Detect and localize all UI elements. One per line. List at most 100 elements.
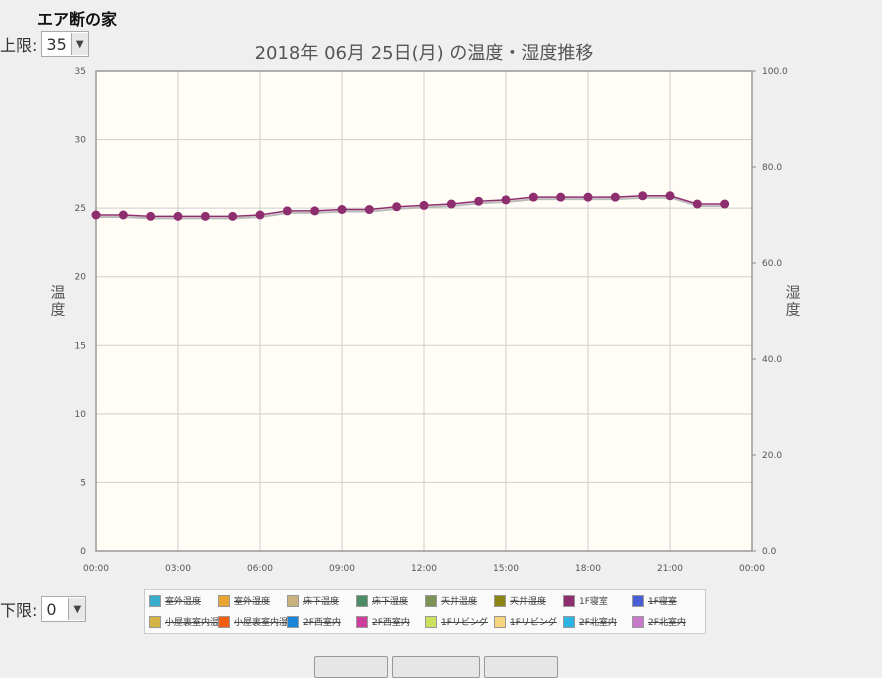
legend-item[interactable]: 天井温度 — [425, 594, 477, 607]
legend-label: 1F寝室 — [648, 597, 677, 607]
chart-title: 2018年 06月 25日(月) の温度・湿度推移 — [255, 43, 594, 64]
lower-limit-value: 0 — [46, 599, 57, 619]
y-axis-label-left: 温 — [50, 284, 65, 302]
x-tick-label: 21:00 — [657, 564, 683, 574]
legend-label: 2F西室内 — [303, 618, 341, 628]
x-tick-label: 18:00 — [575, 564, 601, 574]
legend-label: 1Fリビング — [510, 618, 557, 628]
data-point — [118, 210, 128, 220]
legend-item[interactable]: 2F西室内 — [287, 615, 341, 628]
legend-label: 2F西室内 — [372, 618, 410, 628]
y-axis-label-left: 度 — [50, 301, 65, 319]
legend-label: 床下湿度 — [372, 597, 409, 607]
y-tick-label-left: 15 — [75, 341, 86, 351]
data-point — [501, 195, 511, 205]
legend-swatch — [218, 615, 230, 628]
legend-label: 天井湿度 — [510, 597, 547, 607]
x-tick-label: 03:00 — [165, 564, 191, 574]
legend-item[interactable]: 2F西室内 — [356, 615, 410, 628]
data-point — [392, 202, 402, 212]
y-tick-label-right: 20.0 — [762, 451, 782, 461]
y-axis-label-right: 度 — [785, 301, 800, 319]
y-tick-label-right: 60.0 — [762, 259, 782, 269]
legend-label: 2F北室内 — [579, 618, 617, 628]
data-point — [173, 211, 183, 221]
legend-item[interactable]: 室外湿度 — [218, 594, 270, 607]
legend-item[interactable]: 2F北室内 — [632, 615, 686, 628]
y-tick-label-left: 20 — [75, 273, 87, 283]
chevron-down-icon[interactable]: ▼ — [68, 598, 86, 620]
legend-label: 床下温度 — [303, 597, 340, 607]
data-point — [337, 205, 347, 215]
legend-label: 1Fリビング — [441, 618, 488, 628]
data-point — [200, 211, 210, 221]
data-point — [364, 205, 374, 215]
data-point — [720, 199, 730, 209]
legend-label: 1F寝室 — [579, 597, 608, 607]
legend-label: 室外湿度 — [234, 597, 271, 607]
legend-item[interactable]: 小屋裏室内湿度 — [218, 615, 297, 628]
legend-swatch — [287, 615, 299, 628]
bottom-button-3[interactable] — [484, 656, 558, 678]
data-point — [446, 199, 456, 209]
y-tick-label-right: 80.0 — [762, 163, 782, 173]
y-tick-label-left: 30 — [75, 136, 87, 146]
legend-swatch — [632, 594, 644, 607]
legend-item[interactable]: 1F寝室 — [632, 594, 677, 607]
y-tick-label-left: 10 — [75, 410, 87, 420]
legend-swatch — [632, 615, 644, 628]
x-tick-label: 15:00 — [493, 564, 519, 574]
data-point — [282, 206, 292, 216]
y-tick-label-left: 35 — [75, 67, 86, 77]
legend-item[interactable]: 室外温度 — [149, 594, 201, 607]
lower-limit-label: 下限: — [0, 601, 38, 620]
legend-item[interactable]: 1Fリビング — [425, 615, 488, 628]
legend-swatch — [149, 594, 161, 607]
data-point — [638, 191, 648, 201]
legend-swatch — [425, 615, 437, 628]
data-point — [228, 211, 238, 221]
data-point — [91, 210, 101, 220]
legend-swatch — [563, 594, 575, 607]
y-tick-label-left: 0 — [80, 547, 86, 557]
legend-swatch — [494, 615, 506, 628]
x-tick-label: 00:00 — [83, 564, 109, 574]
legend-swatch — [494, 594, 506, 607]
chart-legend: 室外温度 室外湿度 床下温度 床下湿度 天井温度 天井湿度 1F寝室 1F寝室小屋裏室内温度小… — [144, 589, 706, 634]
data-point — [146, 211, 156, 221]
y-tick-label-right: 100.0 — [762, 67, 788, 77]
legend-item[interactable]: 1Fリビング — [494, 615, 557, 628]
bottom-button-1[interactable] — [314, 656, 388, 678]
data-point — [665, 191, 675, 201]
legend-item[interactable]: 1F寝室 — [563, 594, 608, 607]
temperature-humidity-chart: 2018年 06月 25日(月) の温度・湿度推移 0 5 10 15 20 25 30 35 0… — [50, 43, 800, 574]
legend-label: 室外温度 — [165, 597, 202, 607]
legend-swatch — [356, 615, 368, 628]
legend-item[interactable]: 小屋裏室内温度 — [149, 615, 228, 628]
y-tick-label-right: 40.0 — [762, 355, 782, 365]
bottom-button-2[interactable] — [392, 656, 480, 678]
legend-swatch — [563, 615, 575, 628]
y-tick-label-left: 5 — [80, 478, 86, 488]
x-tick-label: 00:00 — [739, 564, 765, 574]
legend-label: 2F北室内 — [648, 618, 686, 628]
data-point — [583, 192, 593, 202]
x-tick-label: 12:00 — [411, 564, 437, 574]
data-point — [556, 192, 566, 202]
data-point — [692, 199, 702, 209]
legend-item[interactable]: 天井湿度 — [494, 594, 546, 607]
legend-item[interactable]: 床下温度 — [287, 594, 339, 607]
data-point — [528, 192, 538, 202]
data-point — [474, 196, 484, 206]
x-tick-label: 09:00 — [329, 564, 355, 574]
y-axis-label-right: 湿 — [785, 284, 800, 302]
data-point — [255, 210, 265, 220]
legend-swatch — [356, 594, 368, 607]
legend-item[interactable]: 2F北室内 — [563, 615, 617, 628]
legend-swatch — [287, 594, 299, 607]
legend-swatch — [425, 594, 437, 607]
lower-limit: 下限: 0 ▼ — [0, 596, 87, 622]
legend-swatch — [218, 594, 230, 607]
legend-item[interactable]: 床下湿度 — [356, 594, 408, 607]
lower-limit-select[interactable]: 0 ▼ — [41, 596, 87, 622]
